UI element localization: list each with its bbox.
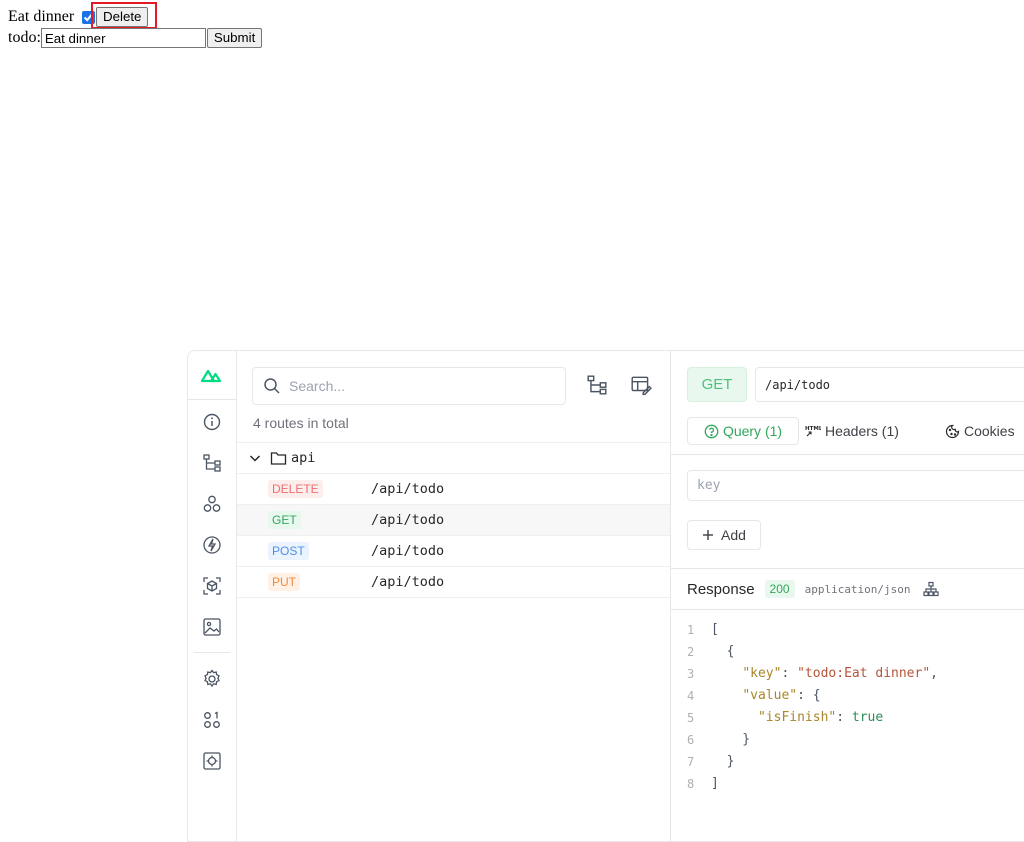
divider — [671, 568, 1024, 569]
sidebar-rail — [188, 351, 237, 841]
cube-scan-icon[interactable] — [200, 574, 224, 598]
sitemap-icon[interactable] — [922, 581, 939, 597]
route-path: /api/todo — [371, 481, 445, 497]
todo-form-label: todo: — [8, 29, 41, 46]
todo-item-text: Eat dinner — [8, 8, 75, 25]
url-input[interactable]: /api/todo — [755, 367, 1024, 402]
route-row[interactable]: GET /api/todo — [237, 504, 670, 535]
route-row[interactable]: POST /api/todo — [237, 535, 670, 566]
divider — [671, 454, 1024, 455]
todo-form: todo: Submit — [8, 28, 263, 48]
search-icon — [263, 377, 281, 395]
devtools-panel: Search... 4 routes in total api DELETE /… — [187, 350, 1024, 842]
delete-button[interactable]: Delete — [96, 7, 149, 27]
submit-button[interactable]: Submit — [206, 28, 263, 48]
svg-text:HTML: HTML — [805, 426, 821, 432]
method-badge-post: POST — [268, 542, 309, 560]
add-label: Add — [721, 527, 746, 543]
code-line: 7 } — [687, 754, 735, 769]
folder-icon — [270, 451, 287, 466]
folder-row-api[interactable]: api — [237, 442, 670, 473]
route-row[interactable]: PUT /api/todo — [237, 566, 670, 598]
search-input[interactable]: Search... — [289, 378, 345, 394]
content-type: application/json — [804, 582, 911, 596]
tab-cookies-label: Cookies — [964, 423, 1015, 439]
tab-query-label: Query (1) — [722, 423, 783, 439]
route-path: /api/todo — [371, 574, 445, 590]
query-key-input[interactable]: key — [687, 470, 1024, 501]
tab-headers[interactable]: HTML Headers (1) — [805, 417, 899, 445]
routes-column: Search... 4 routes in total api DELETE /… — [237, 351, 671, 841]
response-json: 1[ 2 { 3 "key": "todo:Eat dinner", 4 "va… — [687, 619, 938, 795]
route-path: /api/todo — [371, 512, 445, 528]
add-param-button[interactable]: Add — [687, 520, 761, 550]
chevron-down-icon — [248, 451, 262, 465]
help-circle-icon — [704, 424, 719, 439]
routes-count: 4 routes in total — [253, 415, 349, 431]
plus-icon — [702, 529, 714, 541]
tab-query[interactable]: Query (1) — [687, 417, 799, 445]
search-box[interactable]: Search... — [252, 367, 566, 405]
code-line: 5 "isFinish": true — [687, 710, 884, 725]
table-edit-icon[interactable] — [629, 373, 653, 397]
settings-gear-icon[interactable] — [200, 667, 224, 691]
response-label: Response — [687, 580, 755, 598]
chip-icon[interactable] — [200, 749, 224, 773]
method-badge-put: PUT — [268, 573, 300, 591]
image-icon[interactable] — [200, 615, 224, 639]
route-row[interactable]: DELETE /api/todo — [237, 473, 670, 504]
status-badge: 200 — [764, 580, 795, 598]
route-path: /api/todo — [371, 543, 445, 559]
todo-item: Eat dinner — [8, 6, 98, 28]
method-badge-delete: DELETE — [268, 480, 323, 498]
code-line: 8] — [687, 776, 719, 791]
code-line: 2 { — [687, 644, 735, 659]
components-icon[interactable] — [200, 492, 224, 516]
tab-headers-label: Headers (1) — [825, 423, 899, 439]
cookie-icon — [945, 424, 960, 439]
method-badge-get: GET — [268, 511, 301, 529]
method-select[interactable]: GET — [687, 367, 747, 402]
info-icon[interactable] — [200, 410, 224, 434]
tree-view-icon[interactable] — [585, 373, 609, 397]
folder-label: api — [291, 450, 316, 466]
code-line: 1[ — [687, 622, 719, 637]
code-line: 4 "value": { — [687, 688, 821, 703]
html-icon: HTML — [805, 424, 821, 438]
todo-input[interactable] — [40, 28, 206, 48]
route-detail: GET /api/todo Query (1) HTML Headers (1)… — [671, 351, 1024, 841]
rail-divider — [194, 652, 230, 653]
shapes-icon[interactable] — [200, 708, 224, 732]
response-header: Response 200 application/json — [687, 578, 939, 600]
code-line: 6 } — [687, 732, 751, 747]
divider — [671, 609, 1024, 610]
nuxt-logo-icon[interactable] — [188, 351, 236, 400]
lightning-icon[interactable] — [200, 533, 224, 557]
code-line: 3 "key": "todo:Eat dinner", — [687, 666, 938, 681]
tree-icon[interactable] — [200, 451, 224, 475]
tab-cookies[interactable]: Cookies — [945, 417, 1015, 445]
